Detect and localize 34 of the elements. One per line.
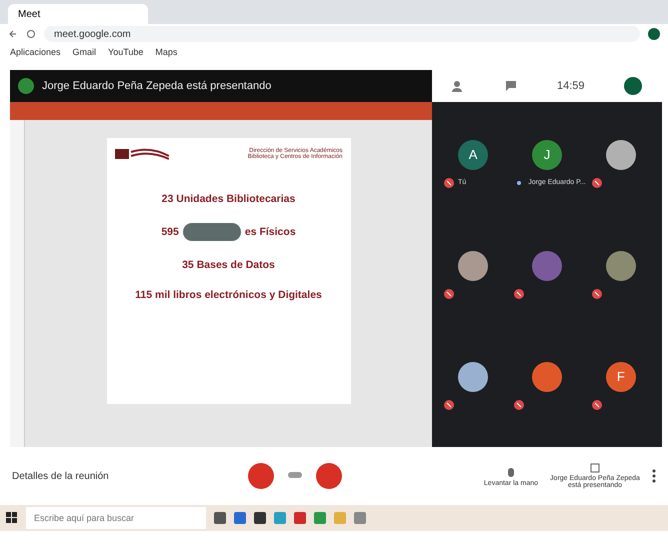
- chat-icon[interactable]: [505, 80, 518, 92]
- app-icon[interactable]: [254, 512, 266, 524]
- slide-text: 115 mil libros electrónicos y Digitales: [134, 289, 323, 301]
- app-icon[interactable]: [214, 512, 226, 524]
- bookmark-link[interactable]: Maps: [155, 47, 178, 57]
- logo-icon: [114, 146, 168, 162]
- slide-text: 595: [161, 226, 179, 238]
- reload-icon[interactable]: [26, 29, 36, 39]
- avatar-letter: J: [532, 140, 562, 170]
- back-icon[interactable]: [8, 29, 18, 39]
- bookmark-link[interactable]: YouTube: [108, 47, 144, 57]
- mic-off-button[interactable]: [248, 463, 274, 489]
- start-icon[interactable]: [6, 512, 18, 524]
- clock-time: 14:59: [557, 80, 585, 92]
- screen-icon: [590, 463, 600, 473]
- avatar-letter: A: [458, 140, 488, 170]
- overlay-pill: [182, 223, 241, 241]
- avatar-letter: F: [606, 362, 636, 392]
- address-bar[interactable]: meet.google.com: [44, 26, 640, 42]
- search-field[interactable]: Escribe aquí para buscar: [26, 507, 206, 529]
- presenter-label: Jorge Eduardo Peña Zepeda está presentando: [42, 80, 272, 92]
- bookmark-link[interactable]: Gmail: [72, 47, 96, 57]
- profile-icon[interactable]: [624, 77, 642, 95]
- browser-tab[interactable]: Meet: [8, 4, 148, 24]
- hand-icon: [506, 466, 516, 478]
- meeting-details-button[interactable]: Detalles de la reunión: [12, 470, 248, 482]
- bookmark-link[interactable]: Aplicaciones: [10, 47, 61, 57]
- profile-icon[interactable]: [648, 28, 660, 40]
- camera-off-button[interactable]: [316, 463, 342, 489]
- avatar-icon: [18, 78, 34, 94]
- slide-text: 35 Bases de Datos: [181, 259, 276, 271]
- more-options-icon[interactable]: [652, 469, 656, 483]
- slide-text: es Físicos: [244, 226, 296, 238]
- slide-text: 23 Unidades Bibliotecarias: [160, 193, 296, 205]
